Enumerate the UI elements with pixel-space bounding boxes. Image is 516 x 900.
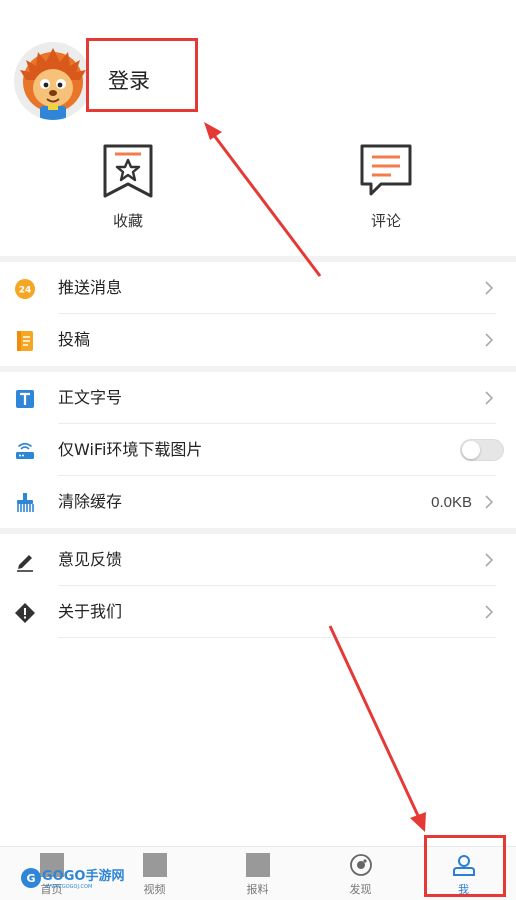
favorites-label: 收藏: [112, 212, 143, 230]
comments-button[interactable]: 评论: [316, 140, 456, 240]
push-24-icon: 24: [15, 279, 35, 299]
profile-header: 登录: [0, 0, 516, 130]
menu-item-push[interactable]: 24 推送消息: [0, 262, 516, 314]
discover-icon: [350, 854, 372, 876]
router-icon: [16, 442, 34, 459]
arrowhead-me-tab: [410, 812, 426, 832]
comment-bubble-icon: [360, 144, 412, 196]
tab-report[interactable]: 报料: [206, 847, 309, 900]
login-button[interactable]: 登录: [108, 66, 150, 96]
arrow-to-me-tab: [328, 625, 422, 821]
menu-item-label: 关于我们: [58, 602, 123, 621]
video-icon: [143, 853, 167, 877]
menu-item-label: 意见反馈: [58, 550, 123, 569]
chevron-right-icon: [485, 605, 494, 619]
menu-item-font-size[interactable]: 正文字号: [0, 372, 516, 424]
avatar[interactable]: [14, 42, 92, 120]
menu-item-clear-cache[interactable]: 清除缓存 0.0KB: [0, 476, 516, 528]
toggle-knob: [462, 441, 480, 459]
tab-label: 报料: [246, 883, 269, 896]
chevron-right-icon: [485, 333, 494, 347]
chevron-right-icon: [485, 391, 494, 405]
tab-discover[interactable]: 发现: [309, 847, 412, 900]
comments-label: 评论: [370, 212, 401, 230]
menu-item-contribute[interactable]: 投稿: [0, 314, 516, 366]
wifi-images-toggle[interactable]: [460, 439, 504, 461]
chevron-right-icon: [485, 553, 494, 567]
menu-item-label: 清除缓存: [58, 492, 123, 511]
svg-text:G: G: [26, 872, 35, 885]
menu-item-feedback[interactable]: 意见反馈: [0, 534, 516, 586]
me-tab-highlight-box: [424, 835, 506, 897]
pencil-icon: [17, 555, 33, 572]
menu-item-wifi-images[interactable]: 仅WiFi环境下载图片: [0, 424, 516, 476]
watermark-subtext: WWW.GOGOJ.COM: [46, 884, 92, 890]
watermark-text: GOGO手游网: [42, 868, 124, 884]
diamond-info-icon: [15, 603, 35, 623]
tab-label: 发现: [349, 883, 372, 896]
favorites-button[interactable]: 收藏: [58, 140, 198, 240]
cache-size-value: 0.0KB: [431, 494, 472, 511]
lion-mascot-avatar: [20, 48, 86, 120]
row-divider: [58, 637, 496, 638]
chevron-right-icon: [485, 495, 494, 509]
menu-item-label: 正文字号: [58, 388, 123, 407]
document-icon: [17, 331, 33, 351]
menu-item-label: 推送消息: [58, 278, 123, 297]
svg-text:24: 24: [19, 286, 32, 296]
menu-item-label: 投稿: [58, 330, 91, 349]
menu-item-about[interactable]: 关于我们: [0, 586, 516, 638]
broom-icon: [17, 493, 34, 512]
chevron-right-icon: [485, 281, 494, 295]
menu-item-label: 仅WiFi环境下载图片: [58, 440, 203, 459]
bookmark-star-icon: [103, 144, 153, 198]
report-icon: [246, 853, 270, 877]
quick-actions: 收藏 评论: [0, 140, 516, 256]
text-size-icon: [16, 390, 34, 408]
gogo-watermark-logo: G GOGO手游网 WWW.GOGOJ.COM: [21, 868, 124, 890]
